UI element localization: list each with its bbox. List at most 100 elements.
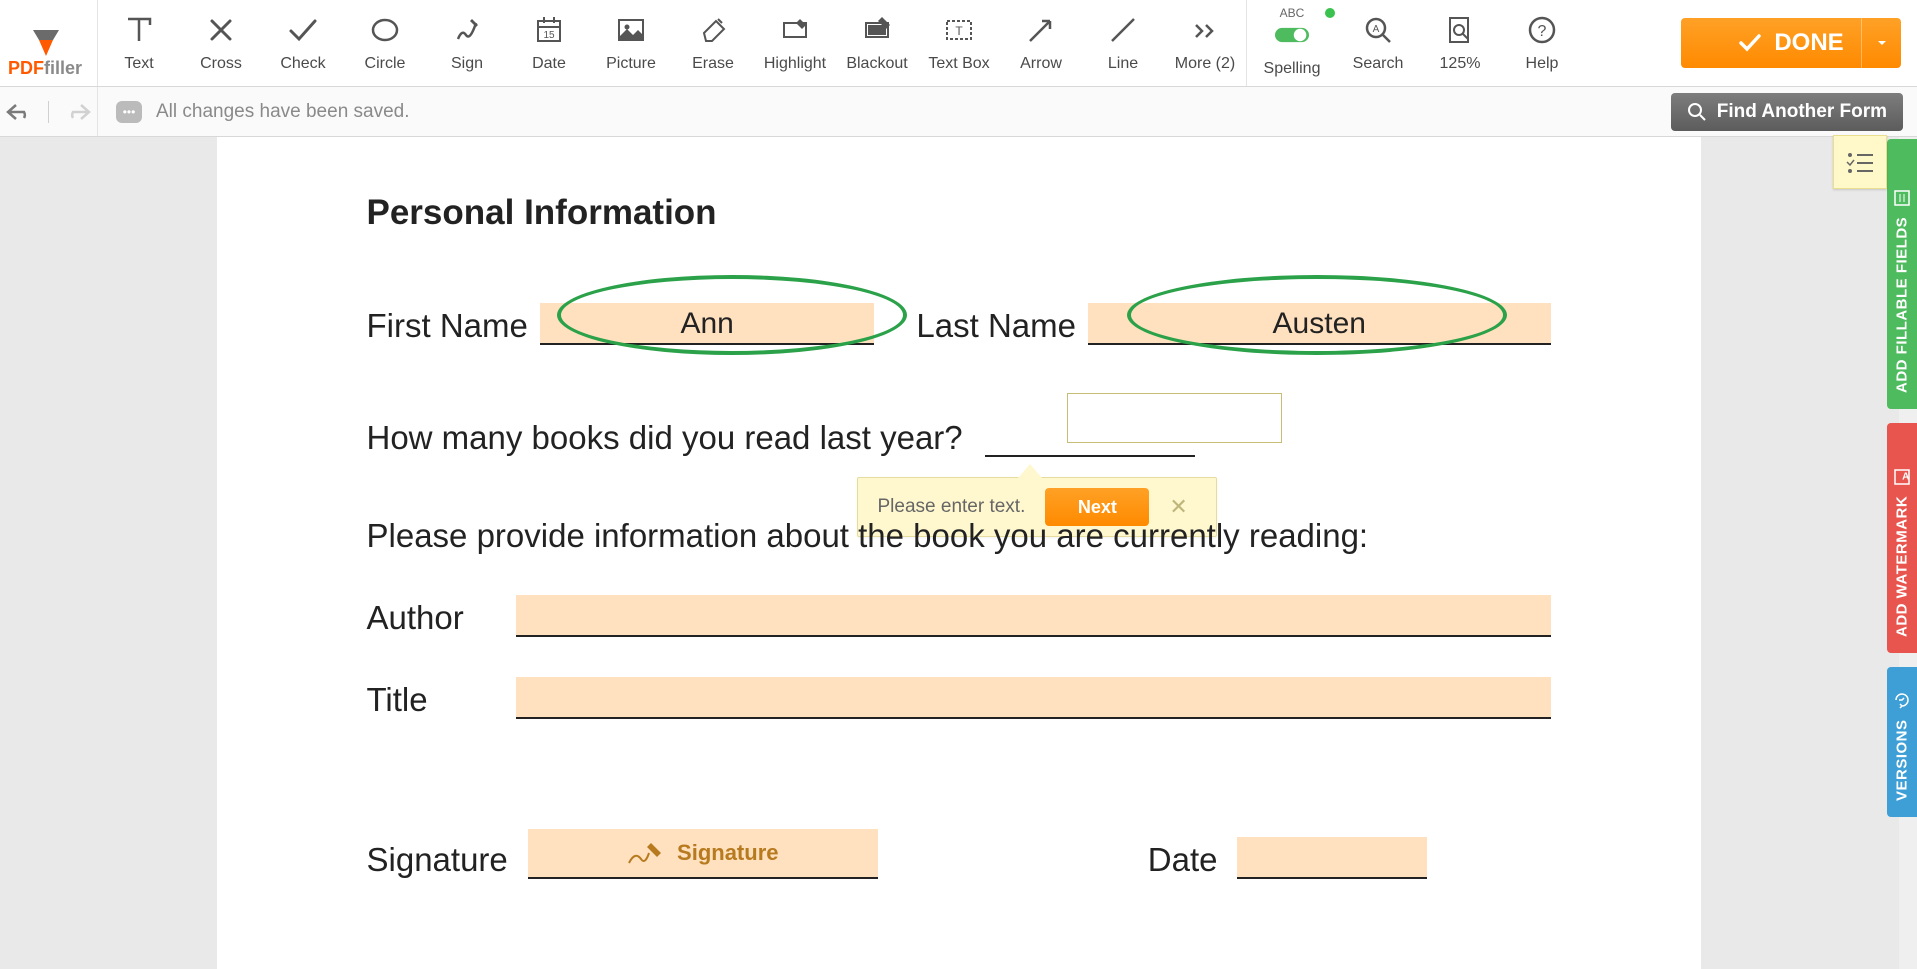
zoom-tool[interactable]: 125% <box>1419 0 1501 86</box>
date-tool[interactable]: 15 Date <box>508 0 590 86</box>
add-fillable-fields-tab[interactable]: ADD FILLABLE FIELDS <box>1887 139 1917 409</box>
sign-tool[interactable]: Sign <box>426 0 508 86</box>
signature-field[interactable]: Signature <box>528 829 878 879</box>
done-label: DONE <box>1774 29 1843 57</box>
arrow-label: Arrow <box>1020 55 1062 73</box>
comment-icon[interactable]: ••• <box>116 101 142 123</box>
name-row: First Name Ann Last Name Austen <box>367 303 1551 345</box>
more-label: More (2) <box>1175 55 1235 73</box>
sign-icon <box>450 13 484 47</box>
versions-tab[interactable]: VERSIONS <box>1887 667 1917 817</box>
blackout-tool[interactable]: Blackout <box>836 0 918 86</box>
first-name-label: First Name <box>367 307 528 345</box>
author-row: Author <box>367 595 1551 637</box>
status-dot-icon <box>1325 8 1335 18</box>
spelling-abc: ABC <box>1280 6 1305 20</box>
field-highlight <box>516 595 1550 635</box>
add-watermark-tab[interactable]: ADD WATERMARK A <box>1887 423 1917 653</box>
highlight-icon <box>778 13 812 47</box>
status-text: All changes have been saved. <box>156 101 410 123</box>
check-label: Check <box>280 55 325 73</box>
watermark-label: ADD WATERMARK <box>1894 496 1911 637</box>
watermark-icon: A <box>1893 468 1911 486</box>
undo-redo-group <box>0 87 98 136</box>
done-button[interactable]: DONE <box>1681 18 1901 68</box>
first-name-field[interactable]: Ann <box>540 303 875 345</box>
textbox-tool[interactable]: T Text Box <box>918 0 1000 86</box>
title-field[interactable] <box>516 677 1550 719</box>
highlight-label: Highlight <box>764 55 826 73</box>
logo-text: PDFfiller <box>8 58 82 79</box>
title-row: Title <box>367 677 1551 719</box>
spelling-label: Spelling <box>1264 60 1321 78</box>
redo-button[interactable] <box>67 102 91 122</box>
line-tool[interactable]: Line <box>1082 0 1164 86</box>
circle-tool[interactable]: Circle <box>344 0 426 86</box>
check-tool[interactable]: Check <box>262 0 344 86</box>
fillable-label: ADD FILLABLE FIELDS <box>1894 217 1911 393</box>
undo-button[interactable] <box>6 102 30 122</box>
search-label: Search <box>1353 55 1404 73</box>
search-tool[interactable]: A Search <box>1337 0 1419 86</box>
document-page[interactable]: Personal Information First Name Ann Last… <box>217 137 1701 969</box>
date-icon: 15 <box>532 13 566 47</box>
spelling-tool[interactable]: ABC Spelling <box>1247 0 1337 86</box>
reading-question: Please provide information about the boo… <box>367 517 1369 555</box>
find-form-button[interactable]: Find Another Form <box>1671 93 1903 131</box>
separator <box>48 101 49 123</box>
circle-label: Circle <box>365 55 406 73</box>
sign-label: Sign <box>451 55 483 73</box>
erase-label: Erase <box>692 55 734 73</box>
cross-label: Cross <box>200 55 242 73</box>
logo-pdf: PDF <box>8 58 44 78</box>
cross-icon <box>204 13 238 47</box>
text-tool[interactable]: Text <box>98 0 180 86</box>
main-toolbar: Text Cross Check Circle Sign 15 Date Pic… <box>0 0 1917 87</box>
erase-tool[interactable]: Erase <box>672 0 754 86</box>
cross-tool[interactable]: Cross <box>180 0 262 86</box>
checklist-icon[interactable] <box>1833 135 1887 189</box>
search-icon: A <box>1361 13 1395 47</box>
first-name-value: Ann <box>540 307 875 341</box>
more-icon <box>1188 13 1222 47</box>
reading-row: Please provide information about the boo… <box>367 517 1551 555</box>
field-highlight <box>516 677 1550 717</box>
last-name-label: Last Name <box>916 307 1076 345</box>
signature-icon <box>627 839 667 867</box>
text-icon <box>122 13 156 47</box>
blackout-icon <box>860 13 894 47</box>
help-tool[interactable]: ? Help <box>1501 0 1583 86</box>
page-heading: Personal Information <box>367 193 1551 233</box>
textbox-label: Text Box <box>928 55 989 73</box>
done-wrap: DONE <box>1665 0 1917 86</box>
help-label: Help <box>1526 55 1559 73</box>
svg-text:A: A <box>1373 24 1380 35</box>
svg-text:15: 15 <box>543 30 555 41</box>
more-tool[interactable]: More (2) <box>1164 0 1246 86</box>
find-form-label: Find Another Form <box>1717 101 1887 123</box>
arrow-tool[interactable]: Arrow <box>1000 0 1082 86</box>
logo-filler: filler <box>44 58 82 78</box>
sig-date-row: Signature Signature Date <box>367 829 1551 879</box>
svg-text:T: T <box>955 24 963 38</box>
date-label: Date <box>1148 841 1218 879</box>
zoom-label: 125% <box>1440 55 1481 73</box>
books-input[interactable] <box>1067 393 1282 443</box>
picture-tool[interactable]: Picture <box>590 0 672 86</box>
author-field[interactable] <box>516 595 1550 637</box>
date-field[interactable] <box>1237 837 1427 879</box>
title-label: Title <box>367 681 505 719</box>
text-label: Text <box>124 55 153 73</box>
circle-icon <box>368 13 402 47</box>
author-label: Author <box>367 599 505 637</box>
last-name-field[interactable]: Austen <box>1088 303 1551 345</box>
highlight-tool[interactable]: Highlight <box>754 0 836 86</box>
done-dropdown[interactable] <box>1861 18 1901 68</box>
zoom-icon <box>1443 13 1477 47</box>
blackout-label: Blackout <box>846 55 907 73</box>
main-area: « ‹ PAGES › › » Personal Information Fir… <box>0 137 1917 969</box>
check-icon <box>286 13 320 47</box>
books-question: How many books did you read last year? <box>367 419 963 457</box>
last-name-value: Austen <box>1088 307 1551 341</box>
versions-label: VERSIONS <box>1894 719 1911 801</box>
